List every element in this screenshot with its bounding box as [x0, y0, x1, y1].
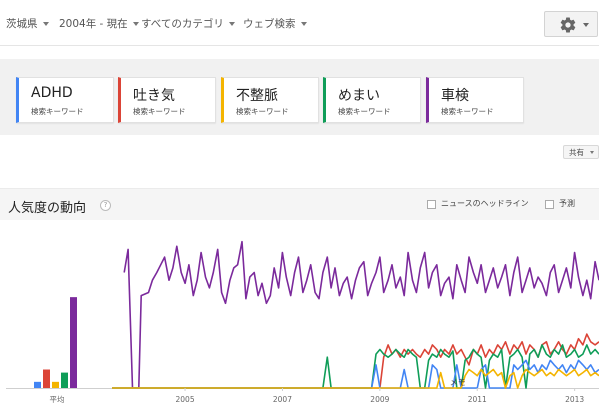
filter-bar: 茨城県 2004年 - 現在 すべてのカテゴリ ウェブ検索	[0, 0, 599, 46]
average-label: 平均	[50, 394, 65, 404]
forecast-checkbox[interactable]	[545, 200, 554, 209]
term-card-nausea[interactable]: 吐き気 検索キーワード	[118, 77, 216, 123]
average-bar	[70, 297, 77, 388]
average-bar	[43, 369, 50, 388]
filter-search-type-label: ウェブ検索	[243, 18, 296, 30]
gear-icon	[560, 17, 576, 33]
chevron-down-icon	[42, 22, 49, 26]
filter-search-type[interactable]: ウェブ検索	[243, 16, 307, 31]
x-tick-label: 2007	[273, 395, 292, 404]
average-bar	[52, 381, 59, 388]
settings-button[interactable]	[544, 11, 598, 37]
term-name: ADHD	[31, 85, 73, 101]
news-headlines-checkbox[interactable]	[427, 200, 436, 209]
interest-chart: 平均 2005 2007 2009 2011 2013 メモ	[0, 222, 599, 409]
forecast-label: 予測	[559, 199, 575, 208]
term-card-adhd[interactable]: ADHD 検索キーワード	[16, 77, 114, 123]
term-name: めまい	[338, 88, 380, 104]
filter-period[interactable]: 2004年 - 現在	[59, 16, 139, 31]
interest-chart-svg: 平均 2005 2007 2009 2011 2013 メモ	[6, 240, 599, 404]
average-bar	[34, 381, 41, 388]
search-terms-band: ADHD 検索キーワード 吐き気 検索キーワード 不整脈 検索キーワード めまい…	[0, 59, 599, 135]
news-headlines-label: ニュースのヘッドライン	[441, 199, 529, 208]
filter-region[interactable]: 茨城県	[6, 16, 49, 31]
x-tick-label: 2011	[468, 395, 487, 404]
term-subtitle: 検索キーワード	[31, 107, 84, 116]
average-bar	[61, 372, 68, 388]
chevron-down-icon	[132, 22, 139, 26]
term-subtitle: 検索キーワード	[441, 107, 494, 116]
term-name: 不整脈	[236, 88, 278, 104]
filter-period-label: 2004年 - 現在	[59, 18, 128, 30]
term-name: 吐き気	[133, 88, 175, 104]
chevron-down-icon	[300, 22, 307, 26]
filter-region-label: 茨城県	[6, 18, 38, 30]
share-button[interactable]: 共有	[563, 145, 599, 159]
x-tick-label: 2009	[370, 395, 389, 404]
interest-over-time-title: 人気度の動向	[8, 201, 87, 216]
chevron-down-icon	[583, 23, 589, 27]
share-label: 共有	[569, 148, 584, 157]
filter-category[interactable]: すべてのカテゴリ	[141, 16, 235, 31]
term-name: 車検	[441, 88, 469, 104]
help-icon[interactable]: ?	[100, 200, 111, 211]
x-tick-label: 2005	[176, 395, 195, 404]
filter-category-label: すべてのカテゴリ	[141, 18, 224, 30]
x-tick-label: 2013	[565, 395, 584, 404]
term-card-vehicle-inspection[interactable]: 車検 検索キーワード	[426, 77, 524, 123]
term-card-dizziness[interactable]: めまい 検索キーワード	[323, 77, 421, 123]
term-subtitle: 検索キーワード	[133, 107, 186, 116]
chevron-down-icon	[228, 22, 235, 26]
interest-over-time-header: 人気度の動向 ? ニュースのヘッドライン 予測	[0, 188, 599, 220]
term-card-arrhythmia[interactable]: 不整脈 検索キーワード	[221, 77, 319, 123]
term-subtitle: 検索キーワード	[338, 107, 391, 116]
term-subtitle: 検索キーワード	[236, 107, 289, 116]
annotation-label: メモ	[450, 378, 466, 387]
chevron-down-icon	[590, 151, 594, 154]
